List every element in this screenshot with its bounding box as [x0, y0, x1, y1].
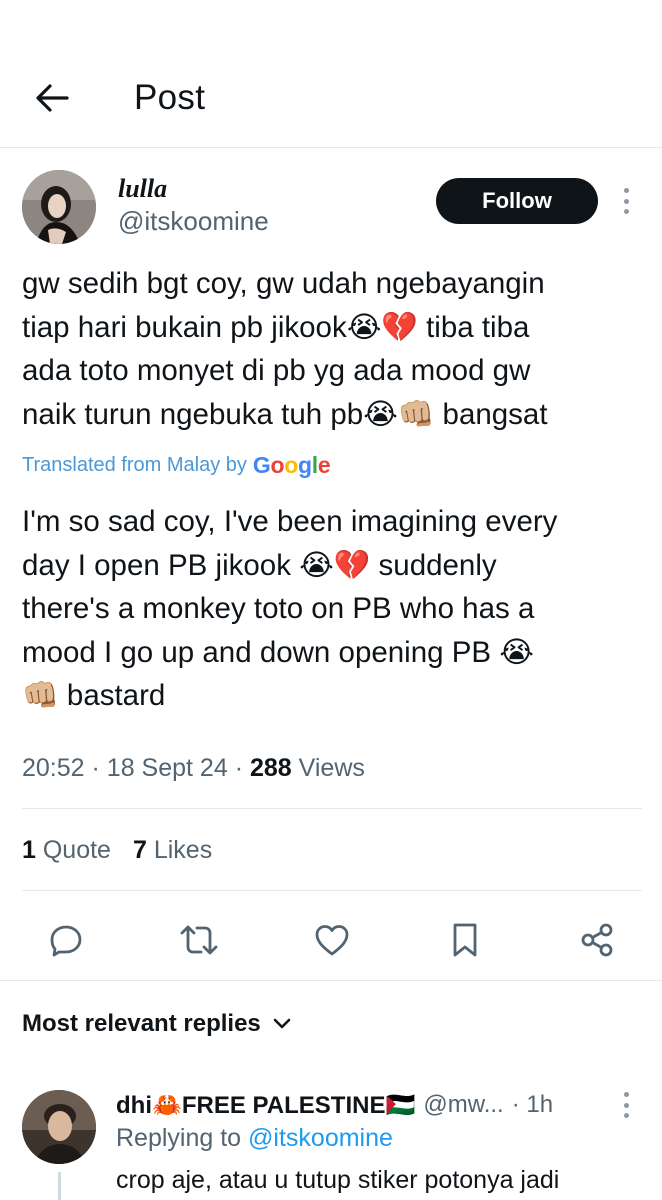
post-meta: 20:52 · 18 Sept 24 · 288 Views: [22, 754, 365, 782]
bookmark-icon: [453, 923, 477, 957]
google-wordmark: Google: [252, 451, 331, 478]
repost-icon: [180, 925, 218, 955]
replying-prefix: Replying to: [116, 1124, 242, 1152]
post-date[interactable]: 18 Sept 24: [107, 754, 228, 782]
share-button[interactable]: [575, 918, 619, 962]
bookmark-button[interactable]: [443, 918, 487, 962]
replies-sort-label: Most relevant replies: [22, 1010, 261, 1037]
post-author: lulla @itskoomine Follow: [0, 160, 662, 250]
more-options-icon[interactable]: [612, 186, 640, 216]
avatar[interactable]: [22, 170, 96, 244]
reply-button[interactable]: [44, 918, 88, 962]
follow-button[interactable]: Follow: [436, 178, 598, 224]
top-bar: Post: [0, 0, 662, 148]
divider: [22, 808, 642, 809]
reply-time[interactable]: · 1h: [512, 1091, 553, 1119]
share-icon: [581, 923, 613, 957]
divider: [0, 980, 662, 981]
google-logo: Google: [252, 451, 331, 479]
like-icon: [315, 925, 349, 956]
chevron-down-icon: [273, 1018, 291, 1029]
reply-avatar[interactable]: [22, 1090, 96, 1164]
post-text: gw sedih bgt coy, gw udah ngebayangin ti…: [22, 267, 548, 431]
reply-header: dhi🦀FREE PALESTINE🇵🇸 @mw... · 1h: [116, 1088, 656, 1122]
page-title: Post: [134, 78, 206, 117]
views-label: Views: [298, 754, 365, 782]
reply-more-options-icon[interactable]: [612, 1092, 640, 1118]
likes-stat[interactable]: 7 Likes: [133, 836, 212, 865]
back-button[interactable]: [30, 78, 74, 118]
post-translation: I'm so sad coy, I've been imagining ever…: [22, 505, 558, 712]
arrow-left-icon: [36, 84, 69, 112]
reply-text: crop aje, atau u tutup stiker potonya ja…: [116, 1166, 560, 1194]
post-stats: 1 Quote 7 Likes: [22, 836, 212, 865]
quotes-count: 1: [22, 836, 36, 864]
like-button[interactable]: [310, 918, 354, 962]
likes-label: Likes: [153, 836, 213, 864]
replying-to: Replying to @itskoomine: [116, 1124, 393, 1153]
translation-attribution[interactable]: Translated from Malay by Google: [22, 450, 331, 480]
divider: [22, 890, 642, 891]
post-time[interactable]: 20:52: [22, 754, 85, 782]
quotes-label: Quote: [42, 836, 111, 864]
thread-line: [58, 1172, 61, 1200]
likes-count: 7: [132, 836, 147, 864]
replying-mention[interactable]: @itskoomine: [248, 1124, 393, 1152]
repost-button[interactable]: [177, 918, 221, 962]
quotes-stat[interactable]: 1 Quote: [22, 836, 111, 865]
reply-display-name[interactable]: dhi🦀FREE PALESTINE🇵🇸: [116, 1091, 415, 1120]
replies-sort-dropdown[interactable]: Most relevant replies: [22, 1010, 291, 1038]
username-handle[interactable]: @itskoomine: [118, 206, 269, 237]
translated-label: Translated from Malay by: [22, 453, 247, 476]
action-bar: [0, 912, 662, 968]
views-count: 288: [249, 754, 292, 782]
reply-item[interactable]: dhi🦀FREE PALESTINE🇵🇸 @mw... · 1h Replyin…: [0, 1080, 662, 1200]
reply-icon: [50, 925, 82, 957]
display-name[interactable]: lulla: [118, 174, 167, 204]
reply-handle[interactable]: @mw...: [423, 1091, 503, 1119]
